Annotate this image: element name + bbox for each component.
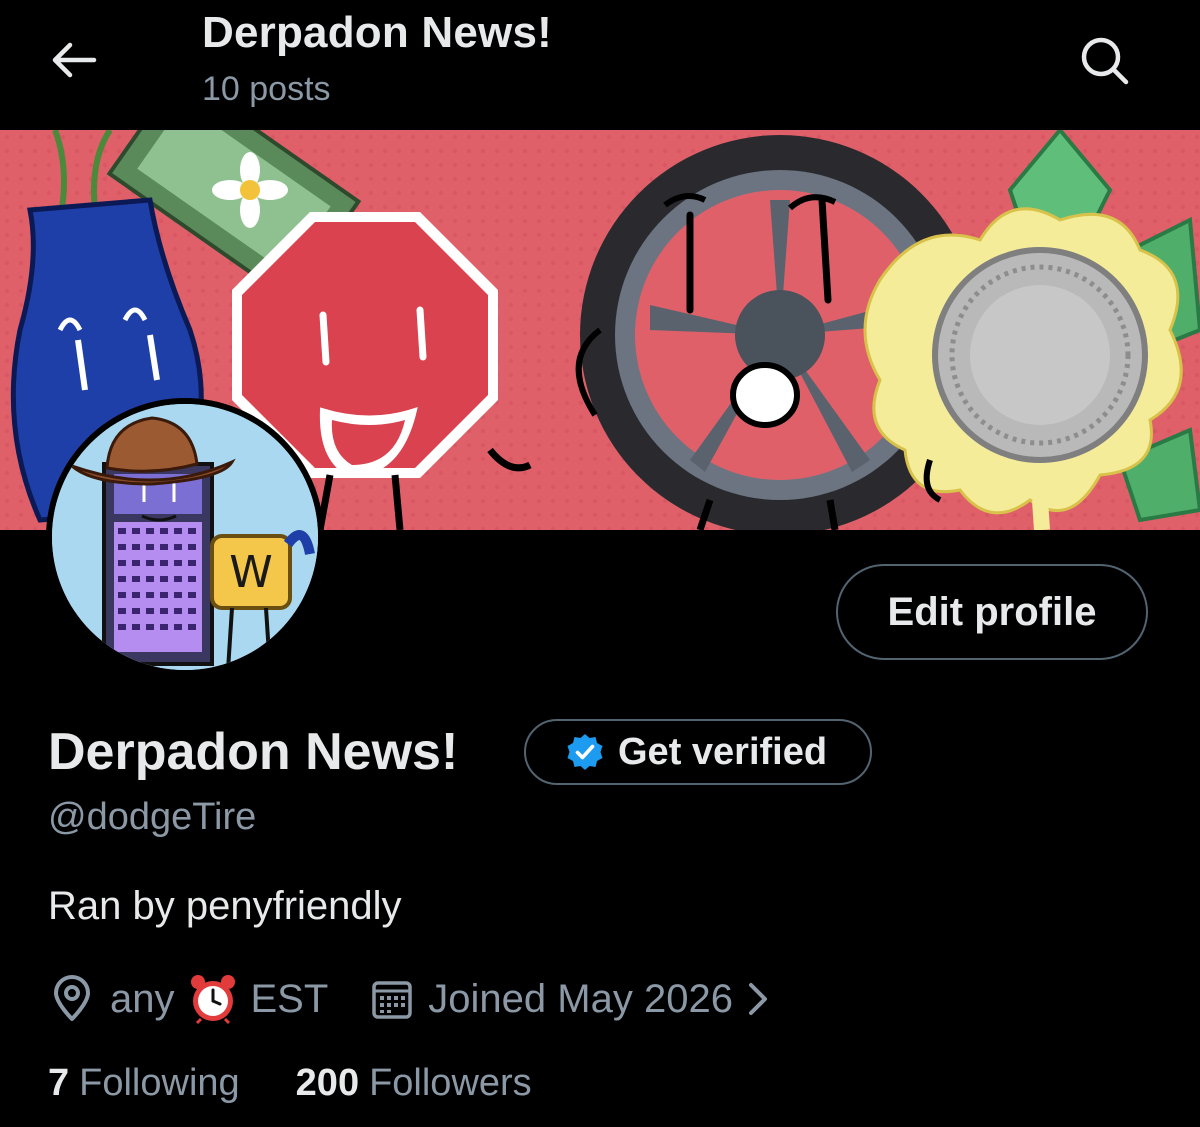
avatar-tile-letter: W	[229, 546, 273, 598]
get-verified-button[interactable]: Get verified	[524, 719, 872, 785]
location-suffix: EST	[250, 976, 329, 1021]
edit-profile-button[interactable]: Edit profile	[836, 564, 1148, 660]
get-verified-label: Get verified	[618, 730, 828, 773]
profile-meta: any EST Joined May 2026	[48, 968, 775, 1030]
post-count: 10 posts	[202, 70, 331, 108]
follow-stats: 7 Following 200 Followers	[48, 1062, 532, 1105]
top-bar: Derpadon News! 10 posts	[0, 0, 1200, 130]
joined-label: Joined May 2026	[428, 976, 733, 1021]
location: any EST	[48, 973, 328, 1025]
bio-text: Ran by penyfriendly	[48, 884, 402, 928]
followers-count: 200	[295, 1062, 360, 1104]
verified-badge-icon	[567, 734, 603, 770]
avatar[interactable]: W	[46, 398, 324, 676]
avatar-image: W	[52, 404, 318, 670]
location-prefix: any	[110, 976, 175, 1021]
search-icon	[1081, 37, 1129, 85]
calendar-icon	[372, 981, 413, 1019]
alarm-clock-icon	[190, 975, 235, 1025]
joined-date[interactable]: Joined May 2026	[370, 977, 775, 1022]
followers-label: Followers	[369, 1062, 532, 1104]
header-title: Derpadon News!	[202, 8, 552, 57]
chevron-right-icon	[748, 983, 767, 1015]
display-name: Derpadon News!	[48, 723, 459, 781]
arrow-left-icon	[52, 42, 97, 78]
following-link[interactable]: 7 Following	[48, 1062, 240, 1105]
user-handle: @dodgeTire	[48, 796, 257, 838]
followers-link[interactable]: 200 Followers	[296, 1062, 532, 1105]
back-button[interactable]	[44, 30, 104, 90]
avatar-illustration	[52, 404, 318, 670]
following-count: 7	[48, 1062, 70, 1104]
search-button[interactable]	[1074, 30, 1134, 90]
following-label: Following	[79, 1062, 240, 1104]
location-pin-icon	[54, 975, 90, 1021]
profile-page: Derpadon News! 10 posts W Edit profile D…	[0, 0, 1200, 1127]
